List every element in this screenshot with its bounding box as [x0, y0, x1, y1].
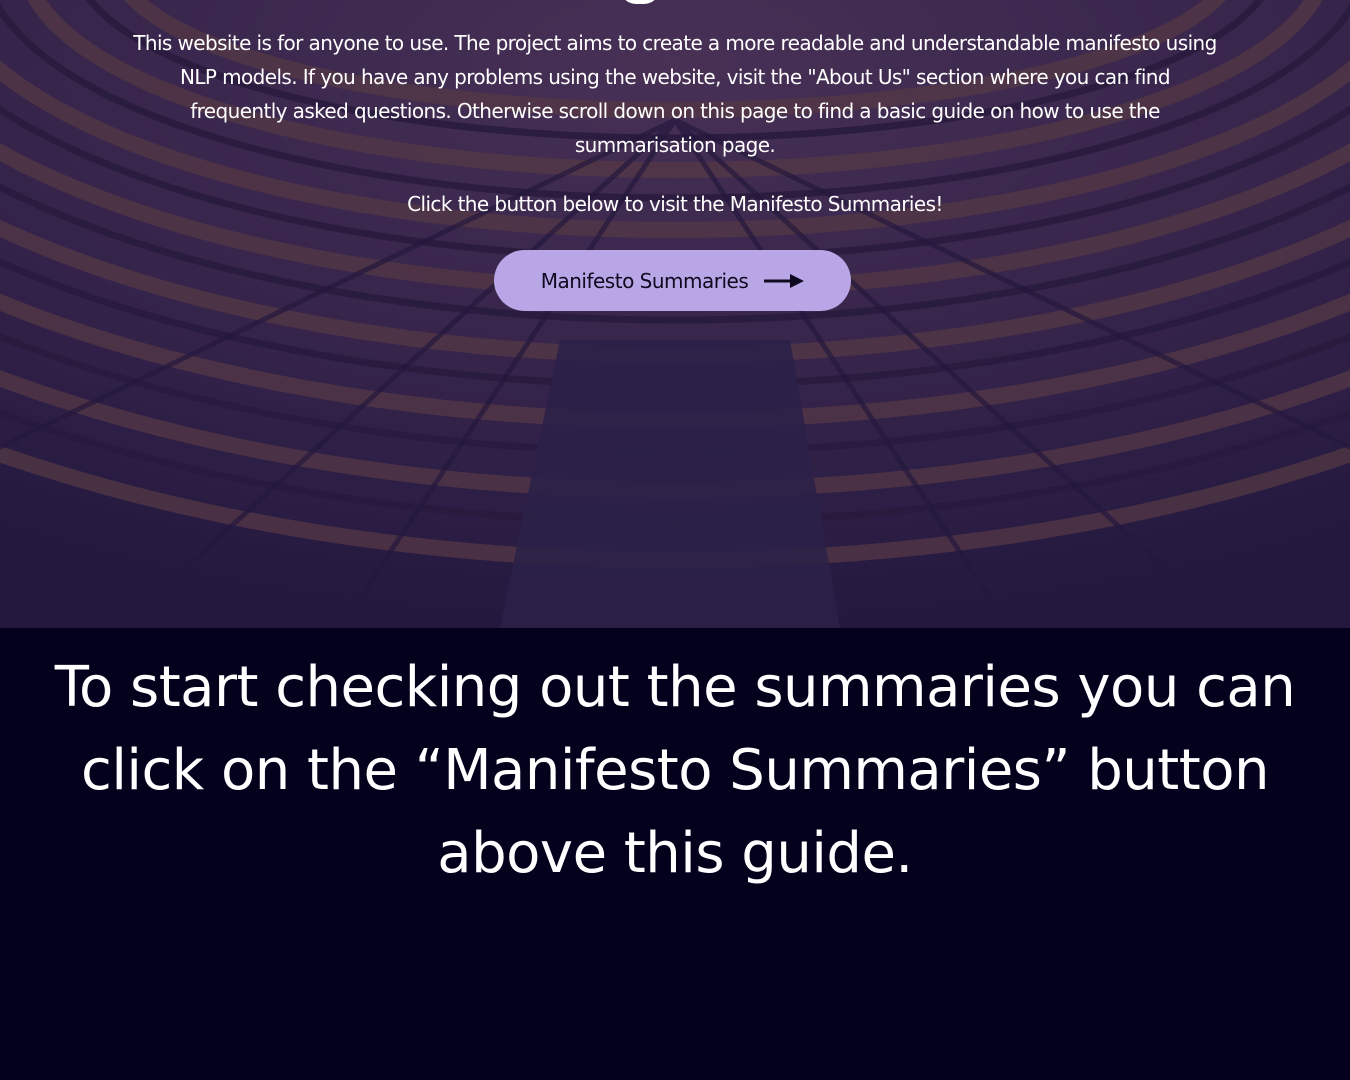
manifesto-summaries-button-label: Manifesto Summaries	[540, 268, 749, 293]
hero-section: This website is for anyone to use. The p…	[0, 0, 1350, 628]
hero-content: This website is for anyone to use. The p…	[0, 0, 1350, 628]
manifesto-summaries-button[interactable]: Manifesto Summaries	[494, 250, 851, 311]
intro-paragraph: This website is for anyone to use. The p…	[133, 31, 1217, 157]
arrow-right-icon	[764, 273, 805, 288]
cta-prompt: Click the button below to visit the Mani…	[407, 192, 943, 216]
heading-fragment	[620, 0, 660, 4]
guide-section: To start checking out the summaries you …	[0, 628, 1350, 1080]
guide-text: To start checking out the summaries you …	[54, 655, 1296, 886]
